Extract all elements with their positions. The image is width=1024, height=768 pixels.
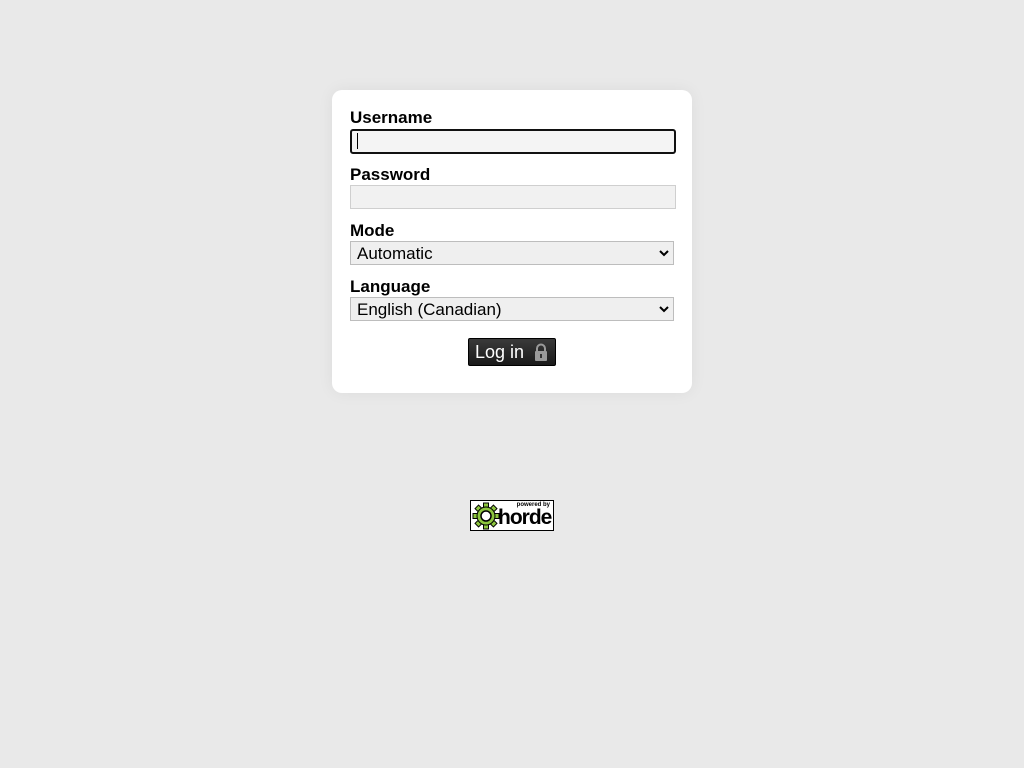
login-form: Username Password Mode Automatic Languag… [332, 90, 692, 393]
chevron-down-icon [659, 306, 669, 313]
username-label: Username [350, 108, 433, 127]
mode-select-value: Automatic [357, 244, 433, 263]
language-select[interactable]: English (Canadian) [350, 297, 674, 321]
password-input[interactable] [350, 185, 676, 209]
language-label: Language [350, 277, 431, 296]
language-select-value: English (Canadian) [357, 300, 502, 319]
gear-icon [472, 502, 500, 530]
lock-icon [535, 343, 547, 361]
horde-brand-text: horde [498, 506, 552, 529]
chevron-down-icon [659, 250, 669, 257]
mode-label: Mode [350, 221, 395, 240]
powered-by-horde-badge[interactable]: powered by horde [470, 500, 554, 531]
login-button-label: Log in [475, 342, 525, 362]
password-label: Password [350, 165, 431, 184]
text-caret [357, 133, 358, 149]
username-input[interactable] [350, 129, 676, 154]
login-button[interactable]: Log in [468, 338, 556, 366]
mode-select[interactable]: Automatic [350, 241, 674, 265]
